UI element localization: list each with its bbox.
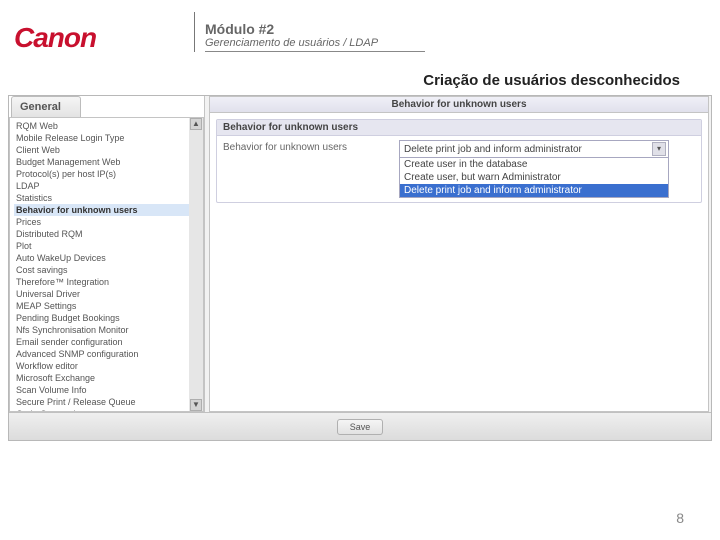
sidebar-list: RQM Web Mobile Release Login Type Client… xyxy=(9,117,204,412)
settings-group: Behavior for unknown users Behavior for … xyxy=(216,119,702,203)
sidebar-item[interactable]: Microsoft Exchange xyxy=(14,372,203,384)
scroll-up-icon[interactable]: ▲ xyxy=(190,118,202,130)
select-option[interactable]: Create user in the database xyxy=(400,158,668,171)
canon-logo: Canon xyxy=(14,22,194,54)
sidebar-item[interactable]: Prices xyxy=(14,216,203,228)
sidebar-item[interactable]: Auto WakeUp Devices xyxy=(14,252,203,264)
panel-title: Behavior for unknown users xyxy=(210,97,708,113)
sidebar-item[interactable]: Cost savings xyxy=(14,264,203,276)
app-footer: Save xyxy=(9,412,711,440)
sidebar-item[interactable]: Scan Volume Info xyxy=(14,384,203,396)
sidebar-item[interactable]: Secure Print / Release Queue xyxy=(14,396,203,408)
page-number: 8 xyxy=(676,510,684,526)
sidebar-item-selected[interactable]: Behavior for unknown users xyxy=(14,204,203,216)
sidebar-item[interactable]: Plot xyxy=(14,240,203,252)
sidebar: General RQM Web Mobile Release Login Typ… xyxy=(9,96,205,412)
sidebar-item[interactable]: Email sender configuration xyxy=(14,336,203,348)
sidebar-item[interactable]: Code Conversion xyxy=(14,408,203,412)
group-header: Behavior for unknown users xyxy=(217,120,701,136)
sidebar-item[interactable]: Protocol(s) per host IP(s) xyxy=(14,168,203,180)
sidebar-tab-general[interactable]: General xyxy=(11,96,81,117)
sidebar-item[interactable]: LDAP xyxy=(14,180,203,192)
sidebar-item[interactable]: RQM Web xyxy=(14,120,203,132)
sidebar-item[interactable]: MEAP Settings xyxy=(14,300,203,312)
field-label: Behavior for unknown users xyxy=(223,140,393,153)
scroll-down-icon[interactable]: ▼ xyxy=(190,399,202,411)
sidebar-scrollbar[interactable]: ▲ ▼ xyxy=(189,118,203,411)
select-option[interactable]: Create user, but warn Administrator xyxy=(400,171,668,184)
module-subtitle: Gerenciamento de usuários / LDAP xyxy=(205,37,425,52)
sidebar-item[interactable]: Universal Driver xyxy=(14,288,203,300)
behavior-select[interactable]: Delete print job and inform administrato… xyxy=(399,140,669,198)
sidebar-item[interactable]: Workflow editor xyxy=(14,360,203,372)
main-panel: Behavior for unknown users Behavior for … xyxy=(209,96,709,412)
sidebar-item[interactable]: Mobile Release Login Type xyxy=(14,132,203,144)
sidebar-item[interactable]: Statistics xyxy=(14,192,203,204)
app-window: General RQM Web Mobile Release Login Typ… xyxy=(8,95,712,441)
select-current-value: Delete print job and inform administrato… xyxy=(404,144,582,155)
sidebar-item[interactable]: Nfs Synchronisation Monitor xyxy=(14,324,203,336)
section-title: Criação de usuários desconhecidos xyxy=(0,54,720,95)
sidebar-item[interactable]: Budget Management Web xyxy=(14,156,203,168)
sidebar-item[interactable]: Client Web xyxy=(14,144,203,156)
sidebar-item[interactable]: Therefore™ Integration xyxy=(14,276,203,288)
sidebar-item[interactable]: Distributed RQM xyxy=(14,228,203,240)
chevron-down-icon[interactable]: ▾ xyxy=(652,142,666,156)
sidebar-item[interactable]: Advanced SNMP configuration xyxy=(14,348,203,360)
sidebar-item[interactable]: Pending Budget Bookings xyxy=(14,312,203,324)
select-option-highlighted[interactable]: Delete print job and inform administrato… xyxy=(400,184,668,197)
save-button[interactable]: Save xyxy=(337,419,384,435)
module-title: Módulo #2 xyxy=(205,21,706,37)
select-options-popup: Create user in the database Create user,… xyxy=(400,157,668,197)
header-divider xyxy=(194,12,195,52)
